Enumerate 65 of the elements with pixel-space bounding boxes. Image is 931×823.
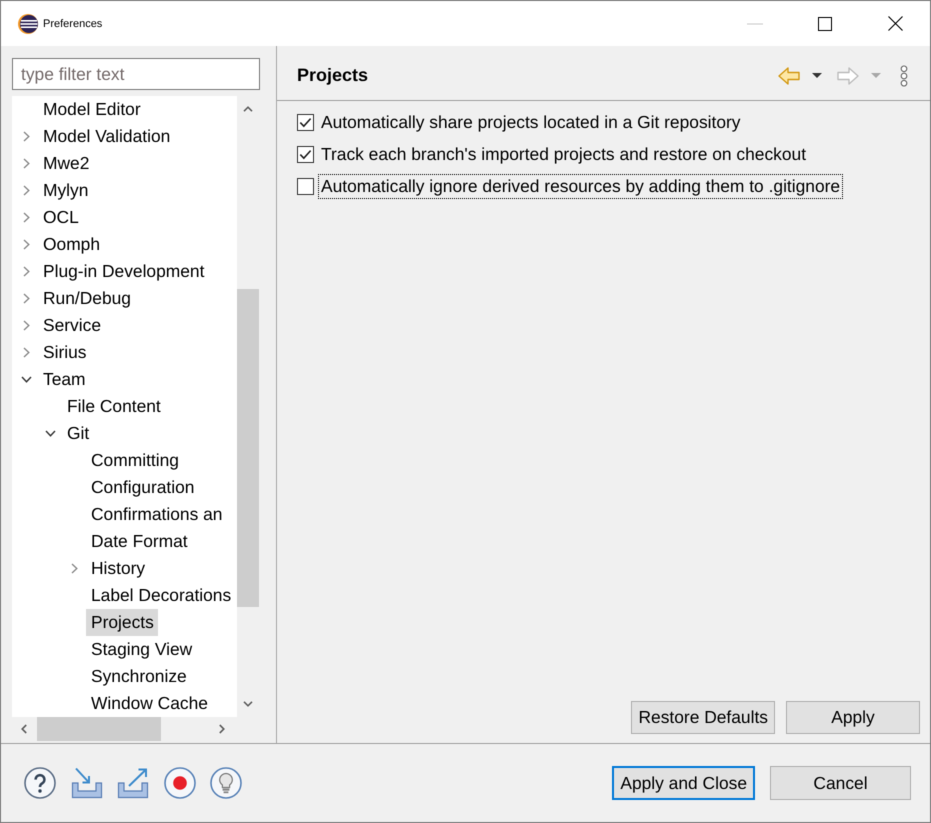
apply-and-close-button[interactable]: Apply and Close	[612, 766, 755, 800]
tree-item[interactable]: Synchronize	[86, 663, 191, 690]
tree-item[interactable]: Service	[38, 312, 105, 339]
tree-item[interactable]: Committing	[86, 447, 183, 474]
tree-item[interactable]: Configuration	[86, 474, 198, 501]
page-title: Projects	[297, 65, 368, 86]
tree-item[interactable]: Date Format	[86, 528, 192, 555]
chevron-right-icon[interactable]	[22, 158, 30, 169]
checkbox-label[interactable]: Automatically ignore derived resources by adding them to .gitignore	[318, 174, 844, 198]
tray-up-arrow-icon[interactable]	[117, 767, 149, 799]
tree-item[interactable]: Oomph	[38, 231, 104, 258]
chevron-right-icon[interactable]	[22, 212, 30, 223]
dropdown-caret-icon[interactable]	[812, 73, 822, 78]
chevron-right-icon[interactable]	[70, 563, 78, 574]
tree-item[interactable]: Model Editor	[38, 96, 145, 123]
window-title: Preferences	[43, 18, 102, 30]
restore-defaults-button[interactable]: Restore Defaults	[631, 701, 775, 734]
chevron-right-icon[interactable]	[22, 185, 30, 196]
lightbulb-icon[interactable]	[210, 767, 242, 799]
record-icon[interactable]	[164, 767, 196, 799]
help-icon[interactable]	[24, 767, 56, 799]
checkbox[interactable]	[297, 178, 314, 194]
tray-down-arrow-icon[interactable]	[70, 767, 102, 799]
chevron-right-icon[interactable]	[22, 347, 30, 358]
cancel-button[interactable]: Cancel	[770, 766, 911, 800]
maximize-icon[interactable]	[818, 16, 832, 30]
scroll-left-icon[interactable]	[21, 724, 27, 734]
scrollbar-thumb[interactable]	[37, 717, 161, 741]
filter-field[interactable]: type filter text	[12, 58, 260, 90]
tree-item[interactable]: Plug-in Development	[38, 258, 208, 285]
tree-item[interactable]: Sirius	[38, 339, 90, 366]
striped-circle-icon	[18, 14, 38, 34]
checkbox[interactable]	[297, 114, 314, 130]
tree-item[interactable]: History	[86, 555, 150, 582]
apply-button[interactable]: Apply	[786, 701, 920, 734]
menu-icon[interactable]	[900, 64, 908, 86]
tree-item[interactable]: Window Cache	[86, 690, 212, 717]
scroll-up-icon[interactable]	[243, 106, 253, 112]
close-icon[interactable]	[888, 16, 902, 31]
tree-item[interactable]: Projects	[86, 609, 158, 636]
tree-item[interactable]: Git	[62, 420, 94, 447]
tree-item[interactable]: Team	[38, 366, 90, 393]
checkbox[interactable]	[297, 146, 314, 162]
chevron-right-icon[interactable]	[22, 293, 30, 304]
chevron-right-icon[interactable]	[22, 131, 30, 142]
chevron-down-icon[interactable]	[20, 376, 32, 383]
tree-item[interactable]: Staging View	[86, 636, 196, 663]
tree-item[interactable]: Label Decorations	[86, 582, 236, 609]
tree-item[interactable]: Confirmations an	[86, 501, 226, 528]
scrollbar-thumb[interactable]	[237, 289, 259, 607]
scroll-down-icon[interactable]	[243, 701, 253, 707]
tree-item[interactable]: Mwe2	[38, 150, 94, 177]
scroll-right-icon[interactable]	[219, 724, 225, 734]
checkbox-label[interactable]: Automatically share projects located in a Git repository	[318, 110, 744, 134]
chevron-right-icon[interactable]	[22, 266, 30, 277]
chevron-right-icon[interactable]	[22, 239, 30, 250]
chevron-right-icon[interactable]	[22, 320, 30, 331]
tree-item[interactable]: File Content	[62, 393, 165, 420]
tree-item[interactable]: OCL	[38, 204, 83, 231]
tree-item[interactable]: Mylyn	[38, 177, 92, 204]
tree-item[interactable]: Model Validation	[38, 123, 174, 150]
tree-item[interactable]: Run/Debug	[38, 285, 135, 312]
checkbox-label[interactable]: Track each branch's imported projects and restore on checkout	[318, 142, 810, 166]
chevron-down-icon[interactable]	[44, 430, 56, 437]
back-arrow-icon[interactable]	[778, 66, 800, 84]
